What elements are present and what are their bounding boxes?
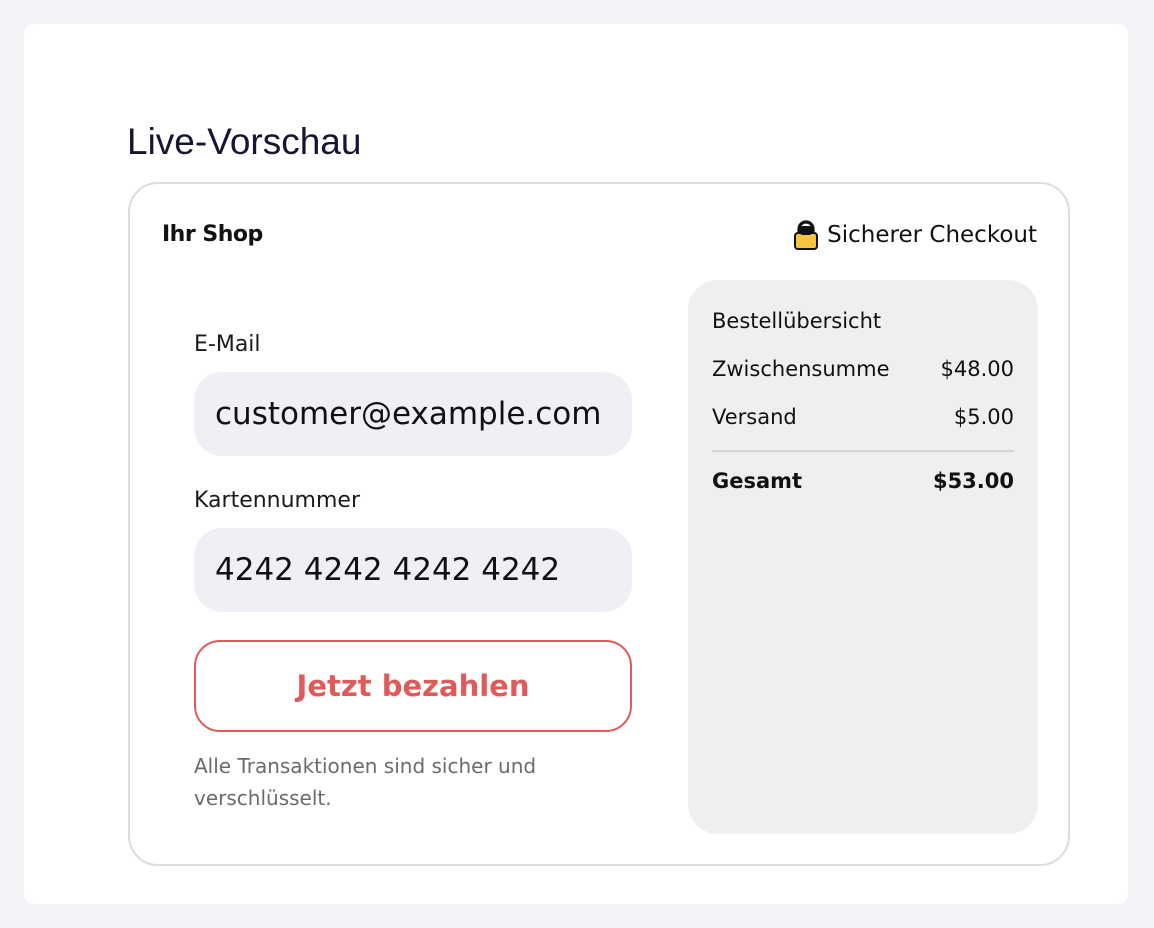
secure-checkout-badge: Sicherer Checkout bbox=[793, 220, 1037, 250]
email-label: E-Mail bbox=[194, 332, 261, 357]
shipping-row: Versand $5.00 bbox=[712, 402, 1014, 432]
security-note: Alle Transaktionen sind sicher und versc… bbox=[194, 754, 537, 810]
summary-divider bbox=[712, 450, 1014, 452]
checkout-preview: Ihr Shop Sicherer Checkout E-Mail custom… bbox=[128, 182, 1070, 866]
email-field[interactable]: customer@example.com bbox=[194, 372, 632, 456]
pay-now-button[interactable]: Jetzt bezahlen bbox=[194, 640, 632, 732]
secure-checkout-label: Sicherer Checkout bbox=[827, 222, 1037, 248]
shipping-label: Versand bbox=[712, 405, 797, 429]
total-label: Gesamt bbox=[712, 469, 803, 493]
total-value: $53.00 bbox=[932, 469, 1014, 493]
shop-name: Ihr Shop bbox=[162, 222, 263, 247]
total-row: Gesamt $53.00 bbox=[712, 466, 1014, 496]
payment-form: E-Mail customer@example.com Kartennummer… bbox=[194, 330, 634, 814]
subtotal-row: Zwischensumme $48.00 bbox=[712, 354, 1014, 384]
main-card: Live-Vorschau Ihr Shop Sicherer Checkout… bbox=[24, 24, 1128, 904]
lock-icon bbox=[793, 220, 819, 250]
page-title: Live-Vorschau bbox=[127, 121, 362, 162]
shipping-value: $5.00 bbox=[953, 405, 1014, 429]
card-number-label: Kartennummer bbox=[194, 488, 360, 513]
order-summary: Bestellübersicht Zwischensumme $48.00 Ve… bbox=[688, 280, 1038, 834]
subtotal-value: $48.00 bbox=[940, 357, 1014, 381]
card-number-field[interactable]: 4242 4242 4242 4242 bbox=[194, 528, 632, 612]
order-summary-title: Bestellübersicht bbox=[712, 309, 882, 333]
subtotal-label: Zwischensumme bbox=[712, 357, 890, 381]
